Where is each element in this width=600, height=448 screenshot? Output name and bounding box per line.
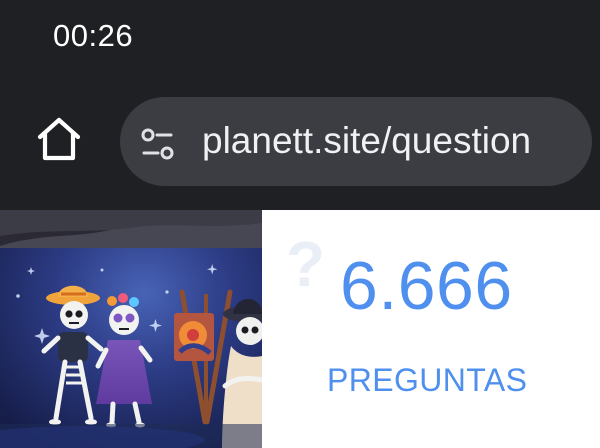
question-mark-icon: ? (286, 228, 326, 300)
status-bar-time: 00:26 (53, 18, 134, 53)
questions-stats: ? 6.666 PREGUNTAS (262, 210, 600, 448)
status-bar: 00:26 (0, 0, 600, 72)
question-count: 6.666 (340, 248, 513, 324)
home-button[interactable] (28, 108, 90, 170)
address-bar[interactable]: planett.site/question (120, 97, 592, 186)
home-icon (37, 117, 81, 161)
browser-toolbar: planett.site/question (0, 72, 600, 210)
illustration-graphic (0, 210, 262, 448)
tune-icon[interactable] (140, 126, 176, 162)
day-of-the-dead-illustration (0, 210, 262, 448)
phone-screen: 00:26 planett.site/question ? 6.666 PREG… (0, 0, 600, 448)
url-text[interactable]: planett.site/question (202, 120, 531, 162)
question-count-label: PREGUNTAS (327, 362, 528, 398)
web-content: ? 6.666 PREGUNTAS (0, 210, 600, 448)
